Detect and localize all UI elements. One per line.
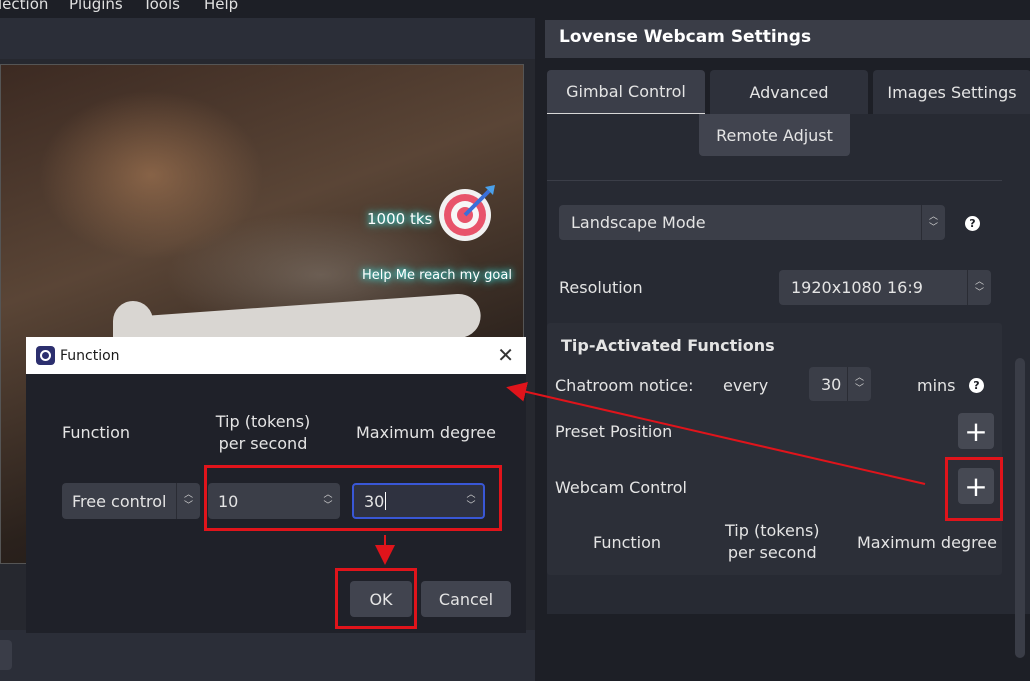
annotation-arrows (375, 381, 926, 565)
